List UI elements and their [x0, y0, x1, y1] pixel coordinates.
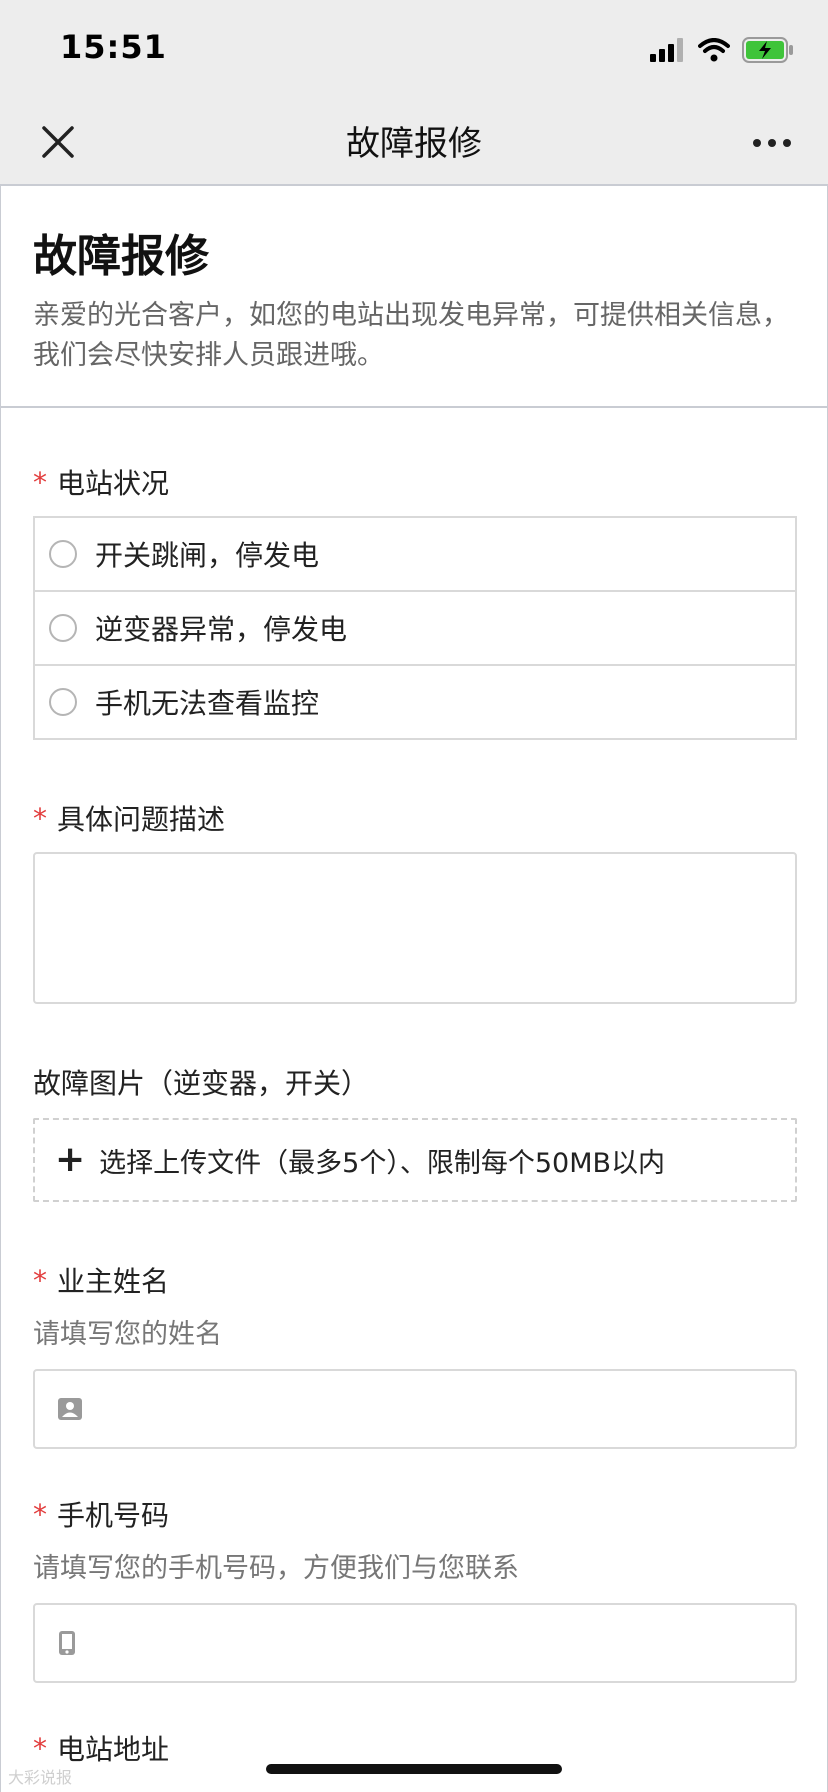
upload-label: 选择上传文件（最多5个）、限制每个50MB以内	[99, 1147, 666, 1179]
station-status-label-text: 电站状况	[57, 467, 170, 500]
option-label: 手机无法查看监控	[95, 687, 320, 720]
option-switch-trip[interactable]: 开关跳闸，停发电	[35, 518, 795, 592]
option-inverter-abnormal[interactable]: 逆变器异常，停发电	[35, 592, 795, 666]
owner-name-input[interactable]	[33, 1369, 797, 1449]
required-mark: *	[33, 1731, 47, 1765]
problem-description-label-text: 具体问题描述	[57, 803, 226, 836]
address-field: * 电站地址	[33, 1728, 797, 1768]
phone-hint: 请填写您的手机号码，方便我们与您联系	[33, 1553, 519, 1584]
phone-field: * 手机号码 请填写您的手机号码，方便我们与您联系	[33, 1494, 797, 1683]
option-cannot-monitor[interactable]: 手机无法查看监控	[35, 666, 795, 738]
status-bar: 15:51	[0, 0, 828, 100]
problem-description-field: * 具体问题描述	[33, 798, 797, 1004]
signal-icon	[650, 38, 683, 62]
phone-label-text: 手机号码	[57, 1499, 170, 1532]
more-icon[interactable]	[752, 138, 792, 148]
wifi-icon	[698, 38, 730, 62]
problem-description-label: * 具体问题描述	[33, 798, 797, 838]
battery-charging-icon	[742, 37, 793, 63]
station-status-options: 开关跳闸，停发电 逆变器异常，停发电 手机无法查看监控	[33, 516, 797, 740]
plus-icon: +	[55, 1139, 86, 1180]
fault-images-field: 故障图片（逆变器，开关） + 选择上传文件（最多5个）、限制每个50MB以内	[33, 1062, 797, 1202]
status-icons	[650, 36, 794, 64]
owner-name-hint: 请填写您的姓名	[33, 1319, 222, 1350]
form-title: 故障报修	[33, 231, 209, 282]
nav-title: 故障报修	[346, 124, 482, 164]
radio-button[interactable]	[49, 614, 77, 642]
option-label: 开关跳闸，停发电	[95, 539, 320, 572]
upload-button[interactable]: + 选择上传文件（最多5个）、限制每个50MB以内	[33, 1118, 797, 1202]
station-status-label: * 电站状况	[33, 462, 797, 502]
required-mark: *	[33, 801, 47, 835]
station-status-field: * 电站状况 开关跳闸，停发电 逆变器异常，停发电 手机无法查看监控	[33, 462, 797, 740]
owner-name-field: * 业主姓名 请填写您的姓名	[33, 1260, 797, 1449]
option-label: 逆变器异常，停发电	[95, 613, 348, 646]
radio-button[interactable]	[49, 540, 77, 568]
radio-button[interactable]	[49, 688, 77, 716]
form-description: 亲爱的光合客户，如您的电站出现发电异常，可提供相关信息，我们会尽快安排人员跟进哦…	[33, 300, 789, 371]
address-label-text: 电站地址	[57, 1733, 170, 1766]
contact-card-icon	[58, 1398, 82, 1420]
required-mark: *	[33, 1497, 47, 1531]
phone-icon	[59, 1631, 75, 1655]
home-indicator[interactable]	[266, 1764, 562, 1774]
fault-images-label: 故障图片（逆变器，开关）	[33, 1067, 370, 1100]
problem-description-textarea[interactable]	[33, 852, 797, 1004]
form-page: 故障报修 亲爱的光合客户，如您的电站出现发电异常，可提供相关信息，我们会尽快安排…	[0, 186, 828, 1792]
owner-name-label: * 业主姓名	[33, 1260, 797, 1300]
nav-bar: 故障报修	[0, 100, 828, 186]
form-header: 故障报修 亲爱的光合客户，如您的电站出现发电异常，可提供相关信息，我们会尽快安排…	[1, 186, 827, 408]
phone-label: * 手机号码	[33, 1494, 797, 1534]
status-time: 15:51	[60, 28, 167, 66]
required-mark: *	[33, 465, 47, 499]
address-label: * 电站地址	[33, 1728, 797, 1768]
watermark: 大彩说报	[8, 1768, 73, 1787]
required-mark: *	[33, 1263, 47, 1297]
owner-name-label-text: 业主姓名	[57, 1265, 170, 1298]
phone-input[interactable]	[33, 1603, 797, 1683]
